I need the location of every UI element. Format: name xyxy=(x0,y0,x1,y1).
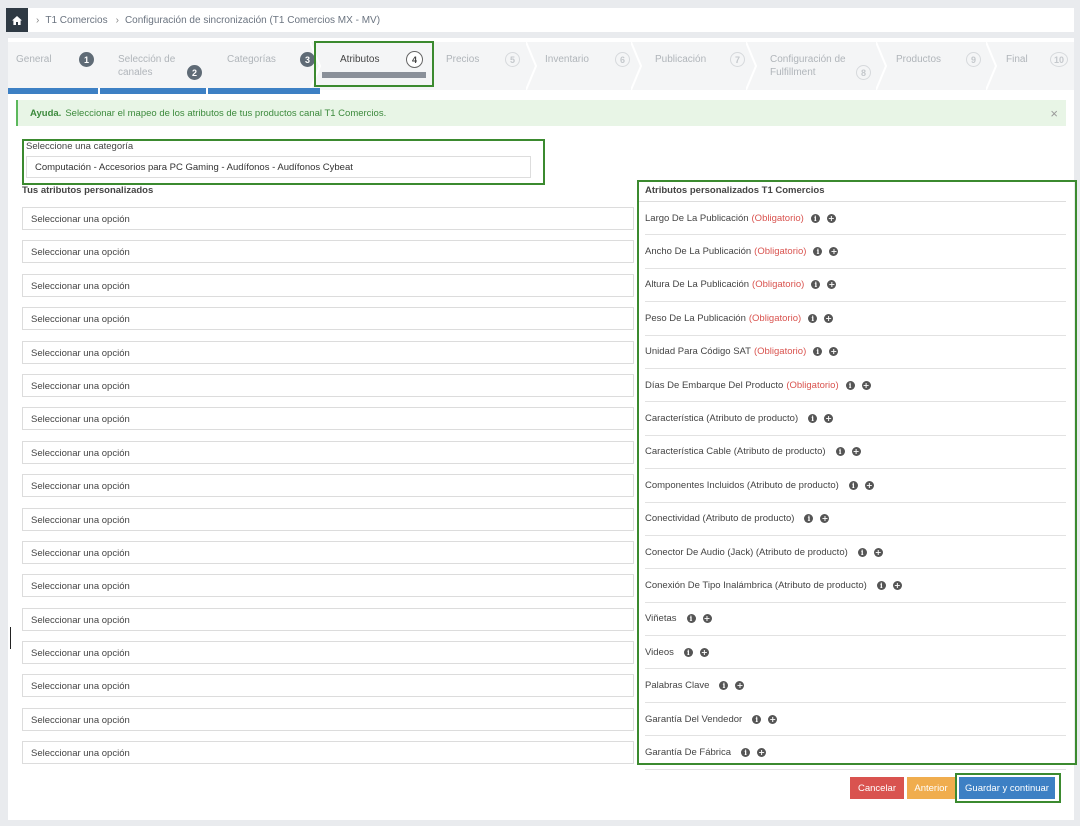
attribute-select[interactable]: Seleccionar una opción xyxy=(22,741,634,765)
breadcrumb-separator: › xyxy=(115,14,119,26)
left-column-header: Tus atributos personalizados xyxy=(22,185,154,196)
highlight-box-step xyxy=(314,41,434,87)
breadcrumb-separator: › xyxy=(36,14,40,26)
wizard-progress-bar xyxy=(8,88,320,94)
step-fulfillment[interactable]: Configuración de Fulfillment 8 xyxy=(748,42,878,90)
main-panel: General 1 Selección de canales 2 Categor… xyxy=(8,38,1077,820)
wizard-steps: General 1 Selección de canales 2 Categor… xyxy=(8,42,1074,94)
attribute-select[interactable]: Seleccionar una opción xyxy=(22,207,634,230)
breadcrumb-item-config: Configuración de sincronización (T1 Come… xyxy=(124,14,381,26)
attribute-select[interactable]: Seleccionar una opción xyxy=(22,540,634,564)
text-cursor xyxy=(10,627,11,649)
step-number: 9 xyxy=(966,52,981,67)
attribute-select[interactable]: Seleccionar una opción xyxy=(22,674,634,698)
step-number: 7 xyxy=(730,52,745,67)
step-separator xyxy=(876,42,888,90)
attribute-select[interactable]: Seleccionar una opción xyxy=(22,307,634,331)
close-icon[interactable]: × xyxy=(1050,106,1058,121)
step-channels[interactable]: Selección de canales 2 xyxy=(98,42,208,90)
progress-divider xyxy=(206,88,208,94)
step-final[interactable]: Final 10 xyxy=(988,42,1074,90)
highlight-box-save xyxy=(955,773,1061,803)
step-categories[interactable]: Categorías 3 xyxy=(208,42,318,90)
attribute-select[interactable]: Seleccionar una opción xyxy=(22,707,634,731)
step-separator xyxy=(526,42,538,90)
step-prices[interactable]: Precios 5 xyxy=(433,42,528,90)
attribute-select[interactable]: Seleccionar una opción xyxy=(22,240,634,264)
step-number: 1 xyxy=(79,52,94,67)
step-products[interactable]: Productos 9 xyxy=(878,42,988,90)
step-publication[interactable]: Publicación 7 xyxy=(633,42,748,90)
highlight-box-category xyxy=(22,139,545,185)
step-number: 5 xyxy=(505,52,520,67)
home-icon[interactable] xyxy=(6,8,28,32)
step-separator xyxy=(746,42,758,90)
attribute-select[interactable]: Seleccionar una opción xyxy=(22,273,634,297)
attribute-select[interactable]: Seleccionar una opción xyxy=(22,641,634,665)
help-alert: Ayuda. Seleccionar el mapeo de los atrib… xyxy=(16,100,1066,126)
help-text: Seleccionar el mapeo de los atributos de… xyxy=(65,107,387,119)
breadcrumb-item-t1-comercios[interactable]: T1 Comercios xyxy=(45,15,107,26)
attribute-select[interactable]: Seleccionar una opción xyxy=(22,373,634,397)
step-inventory[interactable]: Inventario 6 xyxy=(528,42,633,90)
attribute-select[interactable]: Seleccionar una opción xyxy=(22,607,634,631)
attribute-select[interactable]: Seleccionar una opción xyxy=(22,474,634,498)
attribute-select[interactable]: Seleccionar una opción xyxy=(22,440,634,464)
breadcrumb: › T1 Comercios › Configuración de sincro… xyxy=(6,8,1074,32)
previous-button[interactable]: Anterior xyxy=(907,777,955,799)
step-general[interactable]: General 1 xyxy=(8,42,98,90)
step-separator xyxy=(986,42,998,90)
step-number: 8 xyxy=(856,65,871,80)
attribute-select[interactable]: Seleccionar una opción xyxy=(22,407,634,431)
attribute-select[interactable]: Seleccionar una opción xyxy=(22,340,634,364)
step-number: 2 xyxy=(187,65,202,80)
step-number: 6 xyxy=(615,52,630,67)
step-separator xyxy=(631,42,643,90)
attribute-select[interactable]: Seleccionar una opción xyxy=(22,507,634,531)
help-title: Ayuda. xyxy=(30,107,62,119)
highlight-box-attributes xyxy=(637,180,1077,765)
cancel-button[interactable]: Cancelar xyxy=(850,777,904,799)
attribute-select[interactable]: Seleccionar una opción xyxy=(22,574,634,598)
progress-divider xyxy=(98,88,100,94)
step-number: 10 xyxy=(1050,52,1068,67)
